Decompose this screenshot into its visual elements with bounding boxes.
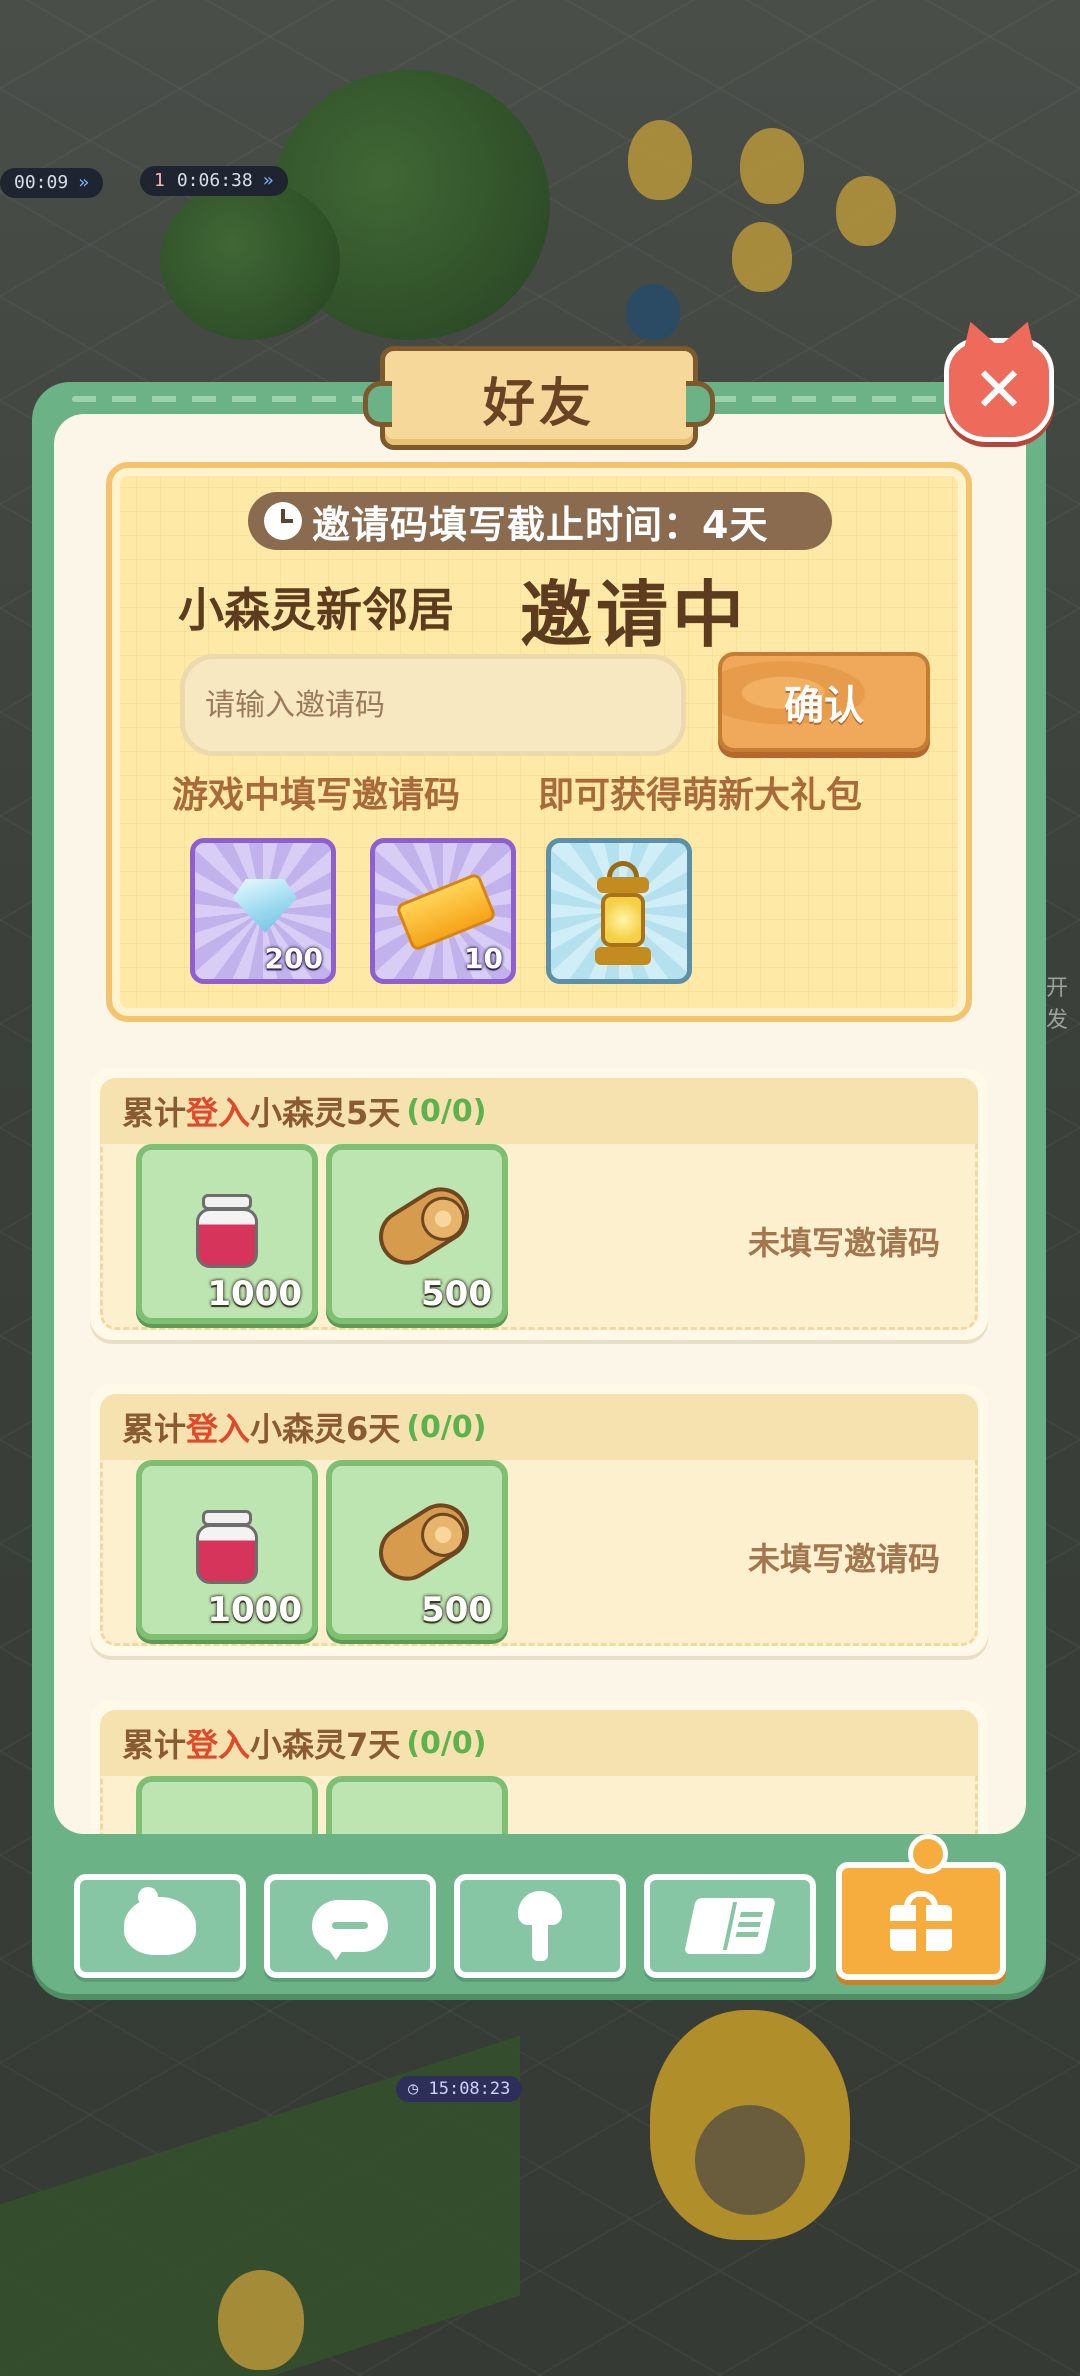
task-reward-wood[interactable]: 500 bbox=[326, 1460, 508, 1640]
diamond-icon bbox=[233, 879, 297, 933]
panel-title: 好友 bbox=[482, 373, 595, 434]
tab-gift[interactable] bbox=[836, 1834, 1006, 1980]
build-timer-text: 0:06:38 bbox=[176, 170, 253, 191]
critter-sprite bbox=[626, 284, 680, 340]
reward-count: 1000 bbox=[207, 1274, 302, 1314]
jam-jar-icon bbox=[196, 1510, 258, 1586]
build-timer-text: 00:09 bbox=[14, 172, 69, 193]
background-chick-house bbox=[650, 2010, 850, 2240]
tab-friends[interactable] bbox=[74, 1874, 246, 1978]
task-header: 累计登入小森灵5天 (0/0) bbox=[100, 1078, 978, 1144]
reward-count: 1000 bbox=[207, 1590, 302, 1630]
task-title: 累计登入小森灵5天 bbox=[122, 1094, 401, 1132]
newbie-reward-diamond[interactable]: 200 bbox=[190, 838, 336, 984]
tab-guide[interactable] bbox=[644, 1874, 816, 1978]
invite-deadline-text: 邀请码填写截止时间：4天 bbox=[312, 502, 769, 547]
clock-icon bbox=[264, 502, 302, 540]
task-status: 未填写邀请码 bbox=[747, 1540, 940, 1578]
login-task-card: 累计登入小森灵6天 (0/0) 1000 500 未填写邀请码 bbox=[90, 1384, 988, 1656]
close-icon: ✕ bbox=[973, 353, 1025, 426]
task-reward-item[interactable] bbox=[326, 1776, 508, 1834]
critter-sprite bbox=[218, 2270, 304, 2370]
reward-count: 200 bbox=[264, 942, 323, 975]
chat-bubble-icon bbox=[312, 1900, 388, 1960]
tab-tools[interactable] bbox=[454, 1874, 626, 1978]
side-label: 开发 bbox=[1046, 976, 1069, 1033]
build-timer: 00:09» bbox=[0, 168, 104, 198]
wood-log-icon bbox=[368, 1492, 480, 1592]
wrench-icon bbox=[508, 1891, 572, 1961]
tab-chat[interactable] bbox=[264, 1874, 436, 1978]
task-header: 累计登入小森灵7天 (0/0) bbox=[100, 1710, 978, 1776]
invite-headline-main: 邀请中 bbox=[520, 573, 749, 657]
task-progress: (0/0) bbox=[406, 1725, 487, 1761]
book-icon bbox=[684, 1898, 776, 1954]
invite-deadline-banner: 邀请码填写截止时间：4天 bbox=[248, 492, 832, 550]
critter-sprite bbox=[628, 120, 692, 200]
close-button[interactable]: ✕ bbox=[944, 338, 1054, 442]
reward-caption-right: 即可获得萌新大礼包 bbox=[538, 775, 863, 816]
chick-icon bbox=[124, 1887, 196, 1955]
task-status: 未填写邀请码 bbox=[747, 1224, 940, 1262]
task-reward-wood[interactable]: 500 bbox=[326, 1144, 508, 1324]
newbie-reward-lantern[interactable] bbox=[546, 838, 692, 984]
invite-headline-prefix: 小森灵新邻居 bbox=[178, 583, 454, 637]
login-task-card: 累计登入小森灵7天 (0/0) bbox=[90, 1700, 988, 1834]
task-list-clip: 累计登入小森灵7天 (0/0) bbox=[54, 1690, 1026, 1834]
confirm-button-label: 确认 bbox=[784, 683, 864, 729]
task-progress: (0/0) bbox=[406, 1093, 487, 1129]
task-reward-jam[interactable]: 1000 bbox=[136, 1144, 318, 1324]
newbie-reward-ticket[interactable]: 10 bbox=[370, 838, 516, 984]
task-title: 累计登入小森灵6天 bbox=[122, 1410, 401, 1448]
bottom-timer: ◷ 15:08:23 bbox=[396, 2076, 523, 2102]
panel-title-tab: 好友 bbox=[363, 346, 715, 450]
task-progress: (0/0) bbox=[406, 1409, 487, 1445]
gift-icon bbox=[890, 1891, 952, 1951]
task-title: 累计登入小森灵7天 bbox=[122, 1726, 401, 1764]
reward-count: 10 bbox=[464, 942, 503, 975]
login-task-card: 累计登入小森灵5天 (0/0) 1000 500 未填写邀请码 bbox=[90, 1068, 988, 1340]
critter-sprite bbox=[740, 128, 804, 204]
critter-sprite bbox=[836, 176, 896, 246]
task-header: 累计登入小森灵6天 (0/0) bbox=[100, 1394, 978, 1460]
reward-count: 500 bbox=[421, 1274, 492, 1314]
reward-count: 500 bbox=[421, 1590, 492, 1630]
lantern-icon bbox=[591, 861, 655, 969]
jam-jar-icon bbox=[196, 1194, 258, 1270]
critter-sprite bbox=[732, 222, 792, 292]
invite-code-input[interactable] bbox=[180, 654, 686, 756]
level-badge: 1 bbox=[154, 170, 165, 191]
build-timer: 1 0:06:38» bbox=[140, 166, 288, 196]
ticket-icon bbox=[394, 871, 498, 953]
task-reward-item[interactable] bbox=[136, 1776, 318, 1834]
wood-log-icon bbox=[368, 1176, 480, 1276]
task-reward-jam[interactable]: 1000 bbox=[136, 1460, 318, 1640]
confirm-button[interactable]: 确认 bbox=[718, 652, 930, 752]
background-tree bbox=[160, 180, 340, 340]
bottom-timer-text: 15:08:23 bbox=[428, 2079, 511, 2099]
reward-caption-left: 游戏中填写邀请码 bbox=[172, 775, 461, 816]
